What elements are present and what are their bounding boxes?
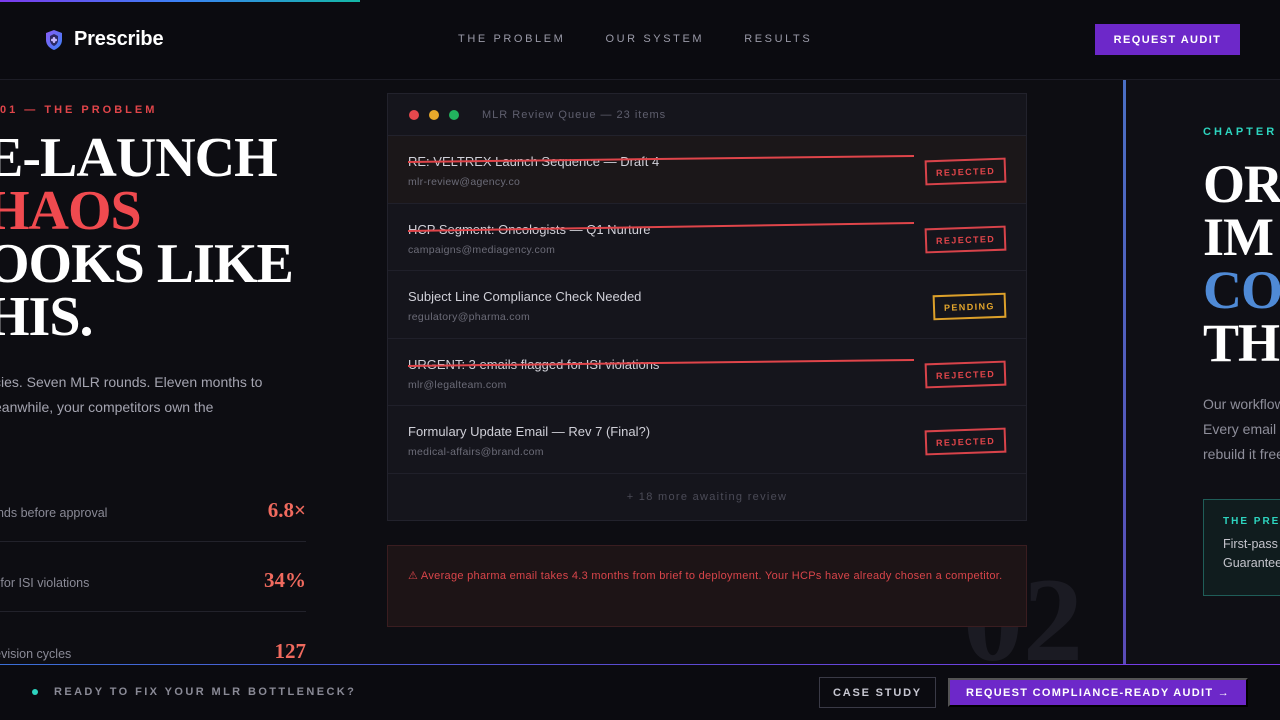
headline-line-accent: CO	[1203, 260, 1280, 320]
problem-section: 01 — THE PROBLEM E-LAUNCH HAOS OOKS LIKE…	[0, 80, 360, 665]
promise-text: First-pass Guarantee	[1223, 535, 1280, 573]
case-study-button[interactable]: CASE STUDY	[819, 677, 936, 708]
queue-item[interactable]: URGENT: 3 emails flagged for ISI violati…	[388, 339, 1026, 406]
headline-line: TH	[1203, 313, 1280, 373]
problem-headline: E-LAUNCH HAOS OOKS LIKE HIS.	[0, 127, 294, 348]
queue-more-link[interactable]: + 18 more awaiting review	[388, 474, 1026, 503]
queue-item[interactable]: HCP Segment: Oncologists — Q1 Nurture ca…	[388, 204, 1026, 271]
system-lede: Our workflow Every email rebuild it free	[1203, 392, 1280, 467]
main-nav: THE PROBLEM OUR SYSTEM RESULTS	[458, 33, 812, 45]
stat-label: revision cycles	[0, 647, 72, 661]
promise-line: Guarantee	[1223, 556, 1280, 570]
nav-link-results[interactable]: RESULTS	[744, 33, 812, 45]
headline-line: OR	[1203, 154, 1280, 214]
lede-line: rebuild it free	[1203, 446, 1280, 462]
maximize-dot-icon	[449, 109, 459, 120]
queue-item-sender: regulatory@pharma.com	[408, 311, 531, 323]
headline-line: E-LAUNCH	[0, 127, 278, 189]
status-badge: PENDING	[932, 292, 1007, 321]
problem-lede: cies. Seven MLR rounds. Eleven months to…	[0, 370, 294, 420]
queue-item-subject: HCP Segment: Oncologists — Q1 Nurture	[408, 221, 651, 237]
queue-title: MLR Review Queue — 23 items	[482, 108, 667, 121]
queue-item-sender: campaigns@mediagency.com	[408, 243, 556, 256]
status-badge: REJECTED	[924, 225, 1007, 253]
nav-link-the-problem[interactable]: THE PROBLEM	[458, 33, 565, 45]
stat-value: 34%	[264, 568, 306, 592]
chapter-label: 01 — THE PROBLEM	[0, 104, 158, 116]
brand-name: Prescribe	[74, 28, 164, 50]
stat-label: unds before approval	[0, 506, 108, 520]
queue-item-sender: medical-affairs@brand.com	[408, 446, 544, 458]
shield-pill-icon	[46, 29, 62, 50]
headline-line: IM	[1203, 207, 1274, 267]
brand-logo[interactable]: Prescribe	[44, 28, 164, 51]
sticky-cta-bar: READY TO FIX YOUR MLR BOTTLENECK? CASE S…	[0, 664, 1280, 720]
stat-label: d for ISI violations	[0, 576, 90, 590]
request-audit-button[interactable]: REQUEST AUDIT	[1095, 24, 1240, 55]
stat-value: 6.8×	[267, 498, 306, 522]
queue-item[interactable]: RE: VELTREX Launch Sequence — Draft 4 ml…	[388, 136, 1026, 204]
status-badge: REJECTED	[924, 427, 1007, 456]
nav-link-our-system[interactable]: OUR SYSTEM	[605, 33, 704, 45]
system-headline: OR IM CO TH	[1203, 154, 1280, 373]
headline-line: OOKS LIKE	[0, 233, 294, 295]
headline-line-accent: HAOS	[0, 180, 142, 242]
warning-callout: ⚠ Average pharma email takes 4.3 months …	[387, 545, 1027, 627]
queue-item-sender: mlr-review@agency.co	[408, 176, 521, 188]
queue-item[interactable]: Formulary Update Email — Rev 7 (Final?) …	[388, 406, 1026, 474]
status-badge: REJECTED	[924, 360, 1007, 388]
headline-line: HIS.	[0, 286, 93, 348]
queue-item[interactable]: Subject Line Compliance Check Needed reg…	[388, 271, 1026, 339]
status-badge: REJECTED	[924, 157, 1007, 186]
footer-cta-text: READY TO FIX YOUR MLR BOTTLENECK?	[54, 686, 357, 698]
stat-value: 127	[274, 639, 307, 663]
lede-line: Every email	[1203, 421, 1277, 437]
status-dot-icon	[32, 689, 38, 695]
footer-gradient-line	[0, 664, 1280, 665]
promise-title: THE PRE	[1223, 516, 1280, 527]
lede-line: Our workflow	[1203, 396, 1280, 412]
site-header: Prescribe THE PROBLEM OUR SYSTEM RESULTS…	[0, 0, 1280, 80]
window-titlebar: MLR Review Queue — 23 items	[388, 94, 1026, 136]
stat-row: d for ISI violations 34%	[0, 552, 306, 612]
promise-card: THE PRE First-pass Guarantee	[1203, 499, 1280, 596]
promise-line: First-pass	[1223, 537, 1278, 551]
stat-row: revision cycles 127	[0, 623, 306, 665]
lede-line: eanwhile, your competitors own the	[0, 399, 214, 415]
stat-row: unds before approval 6.8×	[0, 482, 306, 542]
queue-item-subject: URGENT: 3 emails flagged for ISI violati…	[408, 356, 660, 372]
queue-item-subject: Formulary Update Email — Rev 7 (Final?)	[408, 424, 651, 439]
queue-item-subject: Subject Line Compliance Check Needed	[408, 289, 642, 304]
request-compliance-audit-button[interactable]: REQUEST COMPLIANCE-READY AUDIT →	[948, 678, 1248, 707]
lede-line: cies. Seven MLR rounds. Eleven months to	[0, 374, 263, 390]
minimize-dot-icon	[429, 109, 439, 120]
chapter-label: CHAPTER	[1203, 126, 1278, 138]
close-dot-icon	[409, 109, 419, 120]
system-section: CHAPTER OR IM CO TH Our workflow Every e…	[1126, 80, 1280, 665]
queue-item-subject: RE: VELTREX Launch Sequence — Draft 4	[408, 154, 660, 169]
scroll-progress-bar	[0, 0, 360, 2]
queue-item-sender: mlr@legalteam.com	[408, 378, 507, 391]
mlr-review-queue: MLR Review Queue — 23 items RE: VELTREX …	[387, 93, 1027, 521]
